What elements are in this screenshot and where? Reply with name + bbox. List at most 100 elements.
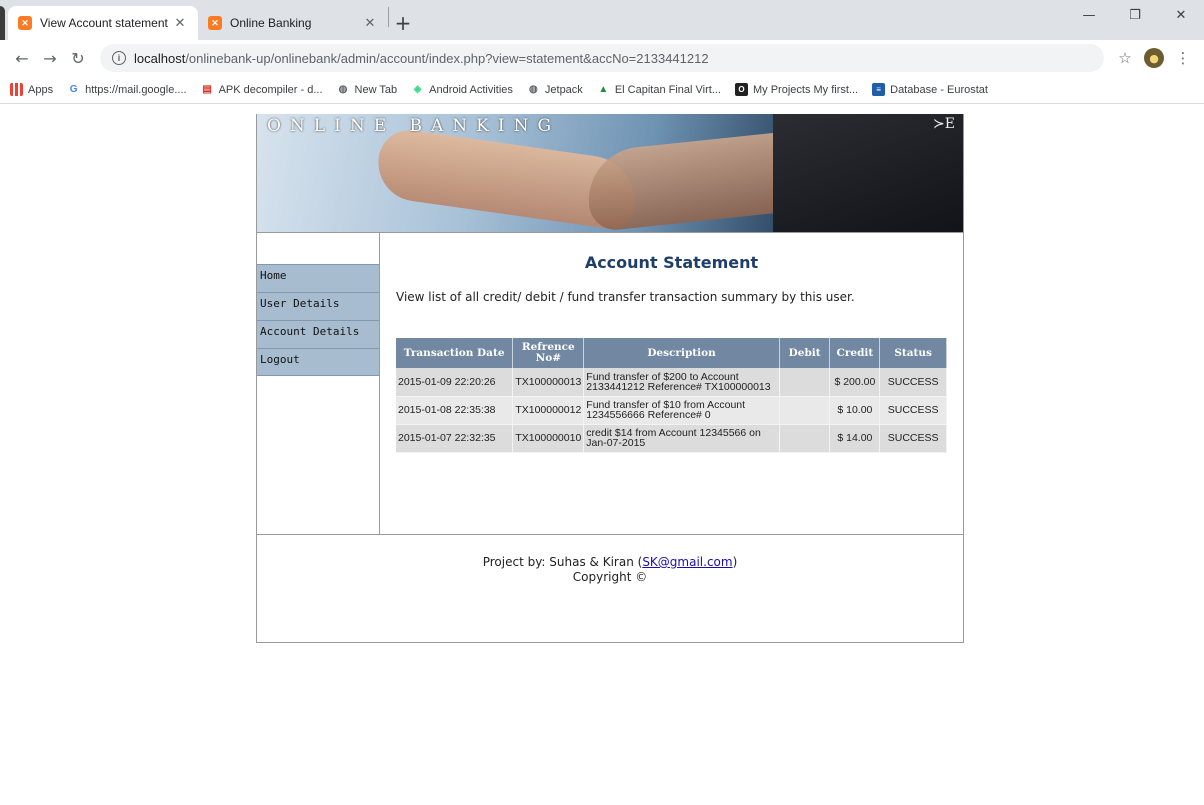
browser-toolbar: ← → ↻ i localhost/onlinebank-up/onlineba…	[0, 40, 1204, 76]
url-host: localhost	[134, 50, 186, 66]
bookmark-label: My Projects My first...	[753, 83, 859, 96]
bookmark-new-tab[interactable]: ◍ New Tab	[337, 83, 398, 96]
profile-avatar-icon[interactable]: ●	[1144, 48, 1164, 68]
close-tab-icon[interactable]: ✕	[362, 15, 378, 31]
bookmark-el-capitan[interactable]: ▲ El Capitan Final Virt...	[597, 83, 721, 96]
table-row: 2015-01-08 22:35:38 TX100000012 Fund tra…	[396, 396, 947, 425]
table-header-row: Transaction Date Refrence No# Descriptio…	[396, 338, 947, 368]
tab-view-account-statement[interactable]: ✕ View Account statement ✕	[8, 6, 198, 40]
cell-date: 2015-01-09 22:20:26	[396, 368, 514, 397]
back-arrow-icon[interactable]: ←	[8, 44, 36, 72]
banner-mark: ≻E	[933, 116, 955, 132]
drive-icon: ▲	[598, 84, 609, 95]
page-viewport: ONLINE BANKING ≻E Home User Details Acco…	[0, 104, 1204, 805]
maximize-icon[interactable]: ❐	[1112, 0, 1158, 30]
col-reference-no: Refrence No#	[512, 338, 585, 368]
sidebar-item-account-details[interactable]: Account Details	[257, 320, 379, 348]
bookmark-label: Jetpack	[544, 83, 583, 96]
cell-description: credit $14 from Account 12345566 on Jan-…	[583, 424, 780, 453]
globe-icon: ◍	[529, 84, 538, 95]
bookmark-apps[interactable]: Apps	[10, 83, 53, 96]
header-banner: ONLINE BANKING ≻E	[257, 114, 963, 232]
tab-online-banking[interactable]: ✕ Online Banking ✕	[198, 6, 388, 40]
sidebar-item-home[interactable]: Home	[257, 264, 379, 292]
sidebar-item-user-details[interactable]: User Details	[257, 292, 379, 320]
reload-icon[interactable]: ↻	[64, 44, 92, 72]
bookmark-label: Android Activities	[429, 83, 513, 96]
url-path: /onlinebank-up/onlinebank/admin/account/…	[185, 50, 709, 66]
bookmark-gmail[interactable]: Ghttps://mail.google....	[67, 83, 187, 96]
footer-email-link[interactable]: SK@gmail.com	[642, 555, 732, 569]
tab-title: View Account statement	[40, 16, 168, 30]
database-icon: ≡	[872, 83, 886, 96]
cell-status: SUCCESS	[879, 396, 947, 425]
close-window-icon[interactable]: ✕	[1158, 0, 1204, 30]
cell-date: 2015-01-08 22:35:38	[396, 396, 514, 425]
tab-title: Online Banking	[230, 16, 312, 30]
browser-tab-strip: ✕ View Account statement ✕ ✕ Online Bank…	[0, 0, 1204, 40]
bookmarks-bar: Apps Ghttps://mail.google.... ▤ APK decom…	[0, 76, 1204, 104]
site-footer: Project by: Suhas & Kiran (SK@gmail.com)…	[257, 534, 963, 642]
cell-debit	[779, 424, 831, 453]
page-description: View list of all credit/ debit / fund tr…	[396, 290, 855, 304]
project-icon: O	[735, 83, 748, 96]
cell-credit: $ 200.00	[829, 368, 881, 397]
cell-credit: $ 10.00	[829, 396, 881, 425]
bookmark-label: Apps	[28, 83, 54, 96]
table-row: 2015-01-09 22:20:26 TX100000013 Fund tra…	[396, 368, 947, 397]
main-content: Account Statement View list of all credi…	[380, 233, 963, 534]
cell-credit: $ 14.00	[829, 424, 881, 453]
cell-date: 2015-01-07 22:32:35	[396, 424, 514, 453]
minimize-icon[interactable]: —	[1066, 0, 1112, 30]
bookmark-jetpack[interactable]: ◍ Jetpack	[527, 83, 583, 96]
cell-reference: TX100000012	[512, 396, 585, 425]
table-row: 2015-01-07 22:32:35 TX100000010 credit $…	[396, 424, 947, 453]
forward-arrow-icon[interactable]: →	[36, 44, 64, 72]
tab-strip-edge	[0, 6, 5, 40]
col-status: Status	[879, 338, 947, 368]
close-tab-icon[interactable]: ✕	[172, 15, 188, 31]
apk-icon: ▤	[202, 84, 212, 95]
footer-credits: Project by: Suhas & Kiran (SK@gmail.com)	[257, 555, 963, 570]
sidebar-menu: Home User Details Account Details Logout	[257, 233, 380, 534]
new-tab-button[interactable]: +	[389, 6, 417, 40]
bookmark-apk-decompiler[interactable]: ▤ APK decompiler - d...	[201, 83, 323, 96]
footer-paren: )	[732, 555, 738, 569]
bookmark-android-activities[interactable]: ◈ Android Activities	[411, 83, 513, 96]
footer-project-by: Project by: Suhas & Kiran (	[482, 555, 643, 569]
col-description: Description	[583, 338, 780, 368]
bookmark-label: New Tab	[354, 83, 398, 96]
statement-table: Transaction Date Refrence No# Descriptio…	[396, 338, 947, 453]
xampp-favicon-icon: ✕	[208, 16, 222, 30]
cell-reference: TX100000010	[512, 424, 585, 453]
xampp-favicon-icon: ✕	[18, 16, 32, 30]
cell-description: Fund transfer of $10 from Account 123455…	[583, 396, 780, 425]
info-icon[interactable]: i	[112, 51, 126, 65]
toolbar-right: ☆ ● ⋮	[1112, 45, 1196, 71]
banner-title: ONLINE BANKING	[267, 116, 561, 136]
content-row: Home User Details Account Details Logout…	[257, 232, 963, 534]
bookmark-star-icon[interactable]: ☆	[1112, 45, 1138, 71]
more-menu-icon[interactable]: ⋮	[1170, 45, 1196, 71]
cell-status: SUCCESS	[879, 424, 947, 453]
bookmark-label: El Capitan Final Virt...	[614, 83, 721, 96]
globe-icon: ◍	[338, 84, 348, 95]
col-credit: Credit	[829, 338, 881, 368]
cell-debit	[779, 368, 831, 397]
window-controls: — ❐ ✕	[1066, 0, 1204, 30]
col-debit: Debit	[779, 338, 831, 368]
bookmark-eurostat[interactable]: ≡ Database - Eurostat	[872, 83, 988, 96]
bookmark-label: Database - Eurostat	[890, 83, 988, 96]
google-icon: G	[69, 84, 78, 95]
cell-status: SUCCESS	[879, 368, 947, 397]
sidebar-item-logout[interactable]: Logout	[257, 348, 379, 376]
android-icon: ◈	[413, 84, 422, 95]
footer-copyright: Copyright ©	[572, 570, 648, 584]
page-title: Account Statement	[584, 253, 759, 272]
col-transaction-date: Transaction Date	[396, 338, 514, 368]
cell-description: Fund transfer of $200 to Account 2133441…	[583, 368, 780, 397]
bookmark-my-projects[interactable]: O My Projects My first...	[735, 83, 858, 96]
bookmark-label: APK decompiler - d...	[218, 83, 323, 96]
address-bar[interactable]: i localhost/onlinebank-up/onlinebank/adm…	[100, 44, 1104, 72]
cell-debit	[779, 396, 831, 425]
